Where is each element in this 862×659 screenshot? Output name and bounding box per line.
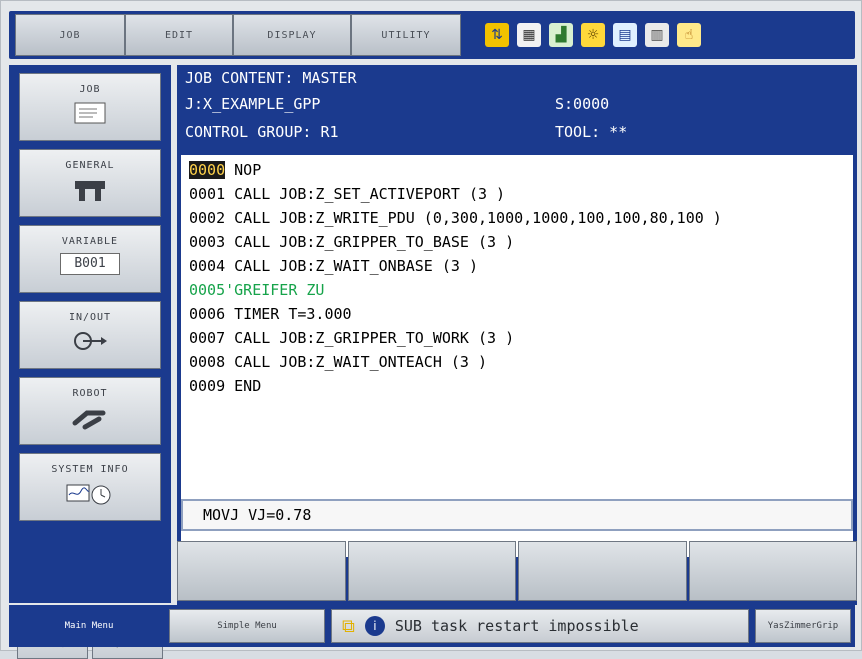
softkey-row: [177, 541, 857, 601]
job-line-0006[interactable]: 0006 TIMER T=3.000: [189, 305, 352, 323]
step-counter: S:0000: [555, 95, 610, 113]
sidebar-item-job[interactable]: JOB: [19, 73, 161, 141]
sidebar-item-label: JOB: [79, 84, 101, 95]
menu-display[interactable]: DISPLAY: [233, 14, 351, 56]
job-content-panel: JOB CONTENT: MASTER J:X_EXAMPLE_GPP CONT…: [177, 65, 857, 605]
status-text: SUB task restart impossible: [394, 617, 639, 635]
robot-icon: [72, 410, 106, 430]
job-line-0004[interactable]: 0004 CALL JOB:Z_WAIT_ONBASE (3 ): [189, 257, 478, 275]
main-menu-sidebar: JOB GENERAL VARIABLE B001 IN/OUT ROBOT S…: [9, 65, 171, 659]
line-number: 0005: [189, 281, 226, 299]
sidebar-item-label: SYSTEM INFO: [51, 464, 129, 475]
menu-edit[interactable]: EDIT: [125, 14, 233, 56]
line-text: CALL JOB:Z_WAIT_ONTEACH (3 ): [234, 353, 488, 371]
status-message: ⧉ i SUB task restart impossible: [331, 609, 749, 643]
line-number: 0006: [189, 305, 226, 323]
tool-indicator: TOOL: **: [555, 123, 628, 141]
softkey-1[interactable]: [177, 541, 346, 601]
line-number: 0000: [189, 161, 226, 179]
hand-icon[interactable]: ☝: [677, 23, 701, 47]
top-menu-bar: JOB EDIT DISPLAY UTILITY ⇅ ▦ ▟ ☼ ▤ ▥ ☝: [9, 11, 855, 59]
line-text: CALL JOB:Z_WAIT_ONBASE (3 ): [234, 257, 478, 275]
line-text: CALL JOB:Z_SET_ACTIVEPORT (3 ): [234, 185, 506, 203]
softkey-4[interactable]: [688, 541, 857, 601]
stamp-icon[interactable]: ☼: [581, 23, 605, 47]
pendant-frame: JOB EDIT DISPLAY UTILITY ⇅ ▦ ▟ ☼ ▤ ▥ ☝ J…: [0, 0, 862, 659]
job-line-0005[interactable]: 0005'GREIFER ZU: [189, 281, 324, 299]
yaszimmergrip-button[interactable]: YasZimmerGrip: [755, 609, 851, 643]
job-line-0001[interactable]: 0001 CALL JOB:Z_SET_ACTIVEPORT (3 ): [189, 185, 505, 203]
simple-menu-button[interactable]: Simple Menu: [169, 609, 325, 643]
main-menu-button[interactable]: Main Menu: [13, 609, 165, 643]
sidebar-item-label: ROBOT: [72, 388, 108, 399]
line-text: 'GREIFER ZU: [225, 281, 325, 299]
sidebar-item-general[interactable]: GENERAL: [19, 149, 161, 217]
variable-badge: B001: [60, 253, 120, 275]
line-number: 0001: [189, 185, 226, 203]
job-doc-icon: [74, 102, 106, 124]
softkey-2[interactable]: [347, 541, 516, 601]
info-icon: i: [364, 616, 385, 636]
document-icon[interactable]: ▦: [517, 23, 541, 47]
bottom-bar: Main Menu Simple Menu ⧉ i SUB task resta…: [9, 605, 855, 647]
edit-buffer-line[interactable]: MOVJ VJ=0.78: [181, 499, 853, 531]
gripper-icon: [75, 181, 105, 201]
line-number: 0004: [189, 257, 226, 275]
sidebar-item-label: VARIABLE: [61, 236, 119, 247]
line-number: 0007: [189, 329, 226, 347]
job-name: J:X_EXAMPLE_GPP: [185, 95, 321, 113]
job-line-0002[interactable]: 0002 CALL JOB:Z_WRITE_PDU (0,300,1000,10…: [189, 209, 722, 227]
control-group: CONTROL GROUP: R1: [185, 123, 339, 141]
line-text: CALL JOB:Z_GRIPPER_TO_WORK (3 ): [234, 329, 515, 347]
system-info-icon: [66, 484, 111, 505]
status-icons: ⇅ ▦ ▟ ☼ ▤ ▥ ☝: [479, 14, 855, 56]
job-listing[interactable]: 0000 NOP 0001 CALL JOB:Z_SET_ACTIVEPORT …: [181, 155, 853, 557]
job-line-0000[interactable]: 0000 NOP: [189, 161, 261, 179]
sidebar-item-variable[interactable]: VARIABLE B001: [19, 225, 161, 293]
job-line-0003[interactable]: 0003 CALL JOB:Z_GRIPPER_TO_BASE (3 ): [189, 233, 514, 251]
job-line-0009[interactable]: 0009 END: [189, 377, 261, 395]
job-line-0007[interactable]: 0007 CALL JOB:Z_GRIPPER_TO_WORK (3 ): [189, 329, 514, 347]
sidebar-item-label: GENERAL: [65, 160, 115, 171]
sidebar-item-inout[interactable]: IN/OUT: [19, 301, 161, 369]
sidebar-item-system-info[interactable]: SYSTEM INFO: [19, 453, 161, 521]
menu-utility[interactable]: UTILITY: [351, 14, 461, 56]
line-number: 0003: [189, 233, 226, 251]
line-number: 0009: [189, 377, 226, 395]
line-number: 0002: [189, 209, 226, 227]
sidebar-item-label: IN/OUT: [68, 312, 112, 323]
mode-switch-icon[interactable]: ⇅: [485, 23, 509, 47]
calendar-icon[interactable]: ▤: [613, 23, 637, 47]
line-text: CALL JOB:Z_GRIPPER_TO_BASE (3 ): [234, 233, 515, 251]
job-title: JOB CONTENT: MASTER: [185, 69, 357, 87]
line-text: CALL JOB:Z_WRITE_PDU (0,300,1000,1000,10…: [234, 209, 722, 227]
softkey-3[interactable]: [518, 541, 687, 601]
line-text: END: [234, 377, 262, 395]
line-text: NOP: [234, 161, 262, 179]
line-text: TIMER T=3.000: [234, 305, 352, 323]
job-line-0008[interactable]: 0008 CALL JOB:Z_WAIT_ONTEACH (3 ): [189, 353, 487, 371]
folder-icon[interactable]: ▥: [645, 23, 669, 47]
line-number: 0008: [189, 353, 226, 371]
sidebar-item-robot[interactable]: ROBOT: [19, 377, 161, 445]
io-icon: [74, 332, 107, 350]
chart-icon[interactable]: ▟: [549, 23, 573, 47]
copy-icon: ⧉: [342, 615, 355, 637]
menu-job[interactable]: JOB: [15, 14, 125, 56]
job-header: JOB CONTENT: MASTER J:X_EXAMPLE_GPP CONT…: [177, 65, 857, 155]
